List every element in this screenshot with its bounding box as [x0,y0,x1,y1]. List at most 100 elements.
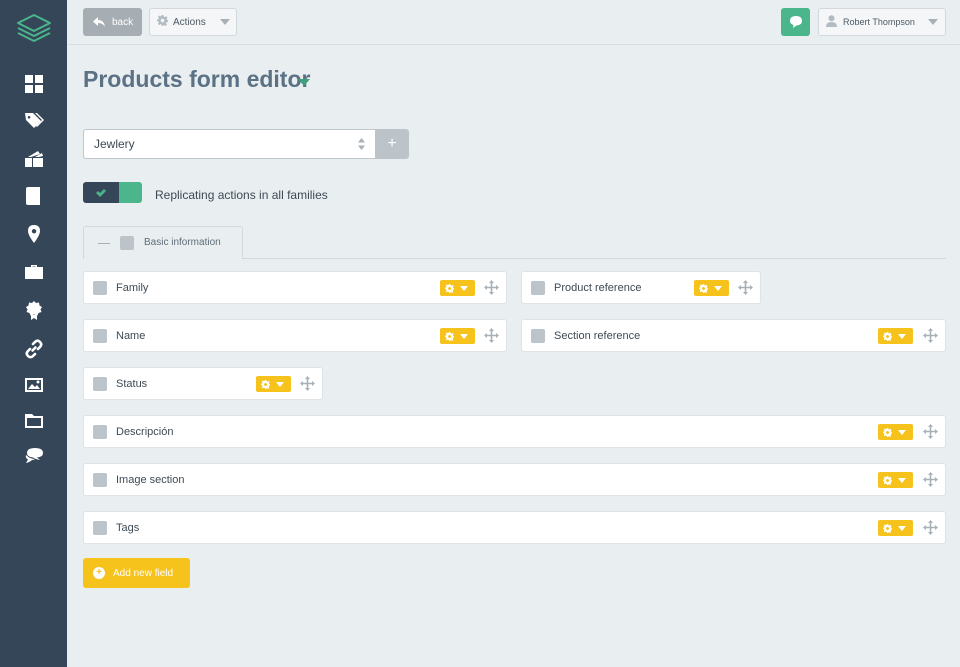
field-label: Section reference [554,330,641,342]
chat-icon [789,16,802,28]
sidebar-item-locations[interactable] [0,218,67,250]
dashboard-icon [24,75,43,93]
drag-handle[interactable] [484,328,499,343]
chevron-down-icon [928,19,938,25]
sidebar-item-awards[interactable] [0,294,67,326]
field-card-section-reference[interactable]: Section reference [521,319,946,352]
drag-handle[interactable] [923,472,938,487]
drag-handle[interactable] [738,280,753,295]
gear-icon [883,523,892,533]
chevron-down-icon [898,429,906,435]
field-card-descripcion[interactable]: Descripción [83,415,946,448]
field-checkbox[interactable] [93,425,107,439]
move-icon [923,424,938,439]
sidebar-item-tags[interactable] [0,105,67,137]
sidebar-item-files[interactable] [0,405,67,437]
sidebar-item-inventory[interactable] [0,143,67,175]
drag-handle[interactable] [300,376,315,391]
field-label: Family [116,282,149,294]
gear-icon [445,331,454,341]
gear-icon [157,15,168,29]
field-checkbox[interactable] [93,281,107,295]
family-select-value: Jewlery [94,137,135,151]
field-label: Name [116,330,146,342]
back-arrow-icon [93,17,105,27]
family-select[interactable]: Jewlery [83,129,375,159]
field-checkbox[interactable] [531,329,545,343]
drag-handle[interactable] [923,520,938,535]
tab-label: Basic information [144,237,221,248]
field-card-product-reference[interactable]: Product reference [521,271,761,304]
select-arrows-icon [358,138,365,150]
chevron-down-icon [898,477,906,483]
field-settings-button[interactable] [694,280,729,296]
field-settings-button[interactable] [440,280,475,296]
chevron-down-icon [898,525,906,531]
user-name: Robert Thompson [843,17,915,27]
field-settings-button[interactable] [440,328,475,344]
toggle-off-segment [119,182,142,203]
inventory-icon [24,151,43,167]
sidebar-item-links[interactable] [0,333,67,365]
replicate-actions-toggle[interactable] [83,182,142,203]
move-icon [738,280,753,295]
chevron-down-icon [276,381,284,387]
field-settings-button[interactable] [256,376,291,392]
collapse-icon[interactable] [98,243,110,244]
title-dropdown-icon[interactable] [298,79,310,86]
move-icon [923,472,938,487]
gear-icon [445,283,454,293]
field-checkbox[interactable] [93,521,107,535]
sidebar-item-comments[interactable] [0,440,67,472]
drag-handle[interactable] [484,280,499,295]
badge-icon [25,301,42,320]
field-card-name[interactable]: Name [83,319,507,352]
field-settings-button[interactable] [878,472,913,488]
field-card-family[interactable]: Family [83,271,507,304]
actions-dropdown[interactable]: Actions [149,8,237,36]
add-new-field-button[interactable]: + Add new field [83,558,190,588]
field-card-image-section[interactable]: Image section [83,463,946,496]
sidebar-item-catalog[interactable] [0,180,67,212]
add-family-button[interactable]: + [375,129,409,159]
actions-label: Actions [173,16,206,28]
tab-checkbox[interactable] [120,236,134,250]
topbar: back Actions Robert Thompson [67,0,960,45]
plus-circle-icon: + [93,567,105,579]
field-settings-button[interactable] [878,520,913,536]
field-card-status[interactable]: Status [83,367,323,400]
sidebar-item-dashboard[interactable] [0,68,67,100]
gear-icon [883,331,892,341]
tags-icon [24,113,44,128]
drag-handle[interactable] [923,328,938,343]
gear-icon [883,475,892,485]
back-button[interactable]: back [83,8,142,36]
sidebar-item-media[interactable] [0,369,67,401]
field-settings-button[interactable] [878,328,913,344]
sidebar-item-business[interactable] [0,256,67,288]
chat-button[interactable] [781,8,810,36]
book-icon [25,187,40,205]
drag-handle[interactable] [923,424,938,439]
field-checkbox[interactable] [93,473,107,487]
field-settings-button[interactable] [878,424,913,440]
user-menu-dropdown[interactable]: Robert Thompson [818,8,946,36]
field-checkbox[interactable] [531,281,545,295]
tab-divider [243,258,946,259]
gear-icon [261,379,270,389]
field-checkbox[interactable] [93,377,107,391]
field-card-tags[interactable]: Tags [83,511,946,544]
field-checkbox[interactable] [93,329,107,343]
user-avatar-icon [826,15,837,29]
logo-icon[interactable] [14,12,54,46]
chevron-down-icon [220,19,230,25]
chevron-down-icon [460,333,468,339]
sidebar [0,0,67,667]
location-pin-icon [27,225,40,243]
image-icon [24,378,43,392]
tab-basic-information[interactable]: Basic information [83,226,243,259]
page-title: Products form editor [83,66,311,92]
folder-icon [24,414,43,428]
gear-icon [699,283,708,293]
chevron-down-icon [898,333,906,339]
